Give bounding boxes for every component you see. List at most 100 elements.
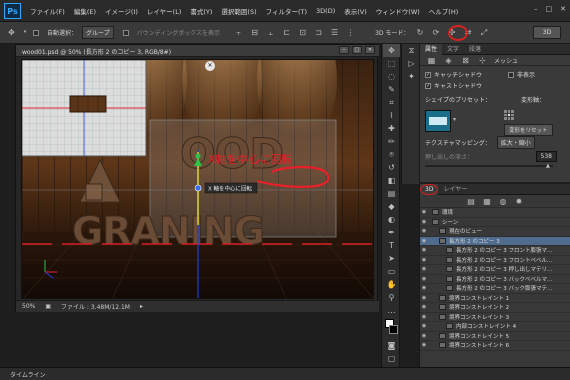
zoom-tool-button[interactable]: ⚲ — [383, 291, 400, 304]
shape-tool-button[interactable]: ▭ — [383, 265, 400, 278]
shape-preset-thumbnail[interactable] — [425, 110, 451, 132]
auto-select-checkbox[interactable] — [33, 29, 39, 36]
history-panel-icon[interactable]: ⧖ — [403, 44, 420, 57]
visibility-eye-icon[interactable]: ◉ — [420, 276, 428, 282]
menu-item-7[interactable]: 3D(D) — [316, 7, 335, 15]
pen-tool-button[interactable]: ✒ — [383, 226, 400, 239]
catch-shadow-checkbox[interactable]: ✓ — [425, 71, 431, 78]
path-select-tool-button[interactable]: ➤ — [383, 252, 400, 265]
actions-panel-icon[interactable]: ▷ — [403, 57, 420, 70]
auto-select-dropdown[interactable]: グループ — [82, 26, 114, 39]
roll-3d-icon[interactable]: ⟳ — [430, 27, 441, 38]
hand-tool-button[interactable]: ✋ — [383, 278, 400, 291]
layer-row[interactable]: ◉ 長方形 2 のコピー 3 押し出しマテリ... — [420, 265, 570, 275]
layer-row[interactable]: ◉ 現在のビュー — [420, 227, 570, 237]
tab-properties[interactable]: 属性 — [420, 43, 443, 55]
distribute-h-icon[interactable]: ⋮ — [345, 27, 356, 38]
deform-mode-icon[interactable]: ◈ — [443, 55, 454, 66]
layer-row[interactable]: ◉ 境界コンストレイント 2 — [420, 303, 570, 313]
align-bottom-icon[interactable]: ⫠ — [265, 27, 276, 38]
layer-row[interactable]: ◉ 長方形 2 のコピー 3 フロントベベル... — [420, 256, 570, 265]
status-arrow-icon[interactable]: ▸ — [140, 303, 143, 310]
layer-row[interactable]: ◉ 境界コンストレイント 6 — [420, 341, 570, 351]
rotate-3d-icon[interactable]: ↻ — [414, 27, 425, 38]
menu-item-8[interactable]: 表示(V) — [344, 6, 367, 16]
status-menu-icon[interactable]: ▣ — [45, 303, 51, 310]
extrude-depth-slider[interactable] — [425, 165, 553, 167]
visibility-eye-icon[interactable]: ◉ — [420, 219, 428, 225]
layer-row[interactable]: ◉ シーン — [420, 218, 570, 227]
extrude-depth-value[interactable]: 538 — [535, 151, 557, 162]
quick-mask-icon[interactable]: ◙ — [383, 339, 400, 352]
layer-row[interactable]: ◉ 境界コンストレイント 5 — [420, 332, 570, 341]
filter-material-icon[interactable]: ◍ — [498, 196, 509, 207]
menu-item-3[interactable]: レイヤー(L) — [147, 6, 182, 16]
quick-select-tool-button[interactable]: ✎ — [383, 83, 400, 96]
distribute-icon[interactable]: ☰ — [329, 27, 340, 38]
doc-minimize-button[interactable]: – — [339, 46, 349, 54]
reset-deform-button[interactable]: 変形をリセット — [504, 124, 553, 136]
heal-tool-button[interactable]: ✚ — [383, 122, 400, 135]
type-tool-button[interactable]: T — [383, 239, 400, 252]
blur-tool-button[interactable]: ◆ — [383, 200, 400, 213]
screen-mode-icon[interactable]: ▢ — [383, 352, 400, 365]
tab-character[interactable]: 文字 — [442, 44, 464, 55]
marquee-tool-button[interactable]: ⬚ — [383, 57, 400, 70]
brush-panel-icon[interactable]: ✦ — [403, 70, 420, 83]
layer-row[interactable]: ◉ 環境 — [420, 208, 570, 218]
eyedropper-tool-button[interactable]: ⌇ — [383, 109, 400, 122]
layer-row[interactable]: ◉ 境界コンストレイント 1 — [420, 294, 570, 303]
doc-close-button[interactable]: ✕ — [365, 46, 375, 54]
invisible-checkbox[interactable] — [508, 71, 515, 78]
menu-item-2[interactable]: イメージ(I) — [105, 6, 138, 16]
menu-item-0[interactable]: ファイル(F) — [30, 6, 65, 16]
visibility-eye-icon[interactable]: ◉ — [420, 323, 428, 329]
visibility-eye-icon[interactable]: ◉ — [420, 295, 428, 301]
maximize-button[interactable]: □ — [546, 5, 553, 13]
layer-row[interactable]: ◉ 長方形 2 のコピー 3 — [420, 236, 570, 246]
3d-workspace-button[interactable]: 3D — [533, 26, 561, 39]
visibility-eye-icon[interactable]: ◉ — [420, 228, 428, 234]
minimize-button[interactable]: – — [534, 5, 538, 13]
slider-thumb-icon[interactable]: ▲ — [546, 163, 550, 169]
deform-axis-grid[interactable] — [504, 110, 514, 120]
visibility-eye-icon[interactable]: ◉ — [420, 285, 428, 291]
align-left-icon[interactable]: ⊏ — [281, 27, 292, 38]
visibility-eye-icon[interactable]: ◉ — [420, 247, 428, 253]
align-top-icon[interactable]: ⫟ — [233, 27, 244, 38]
filter-mesh-icon[interactable]: ▦ — [482, 196, 493, 207]
visibility-eye-icon[interactable]: ◉ — [420, 314, 428, 320]
more-tools-icon[interactable]: … — [383, 304, 400, 317]
layer-row[interactable]: ◉ 長方形 2 のコピー 3 フロント膨張マ... — [420, 246, 570, 256]
timeline-tab[interactable]: タイムライン — [10, 370, 46, 379]
brush-tool-button[interactable]: ✏ — [383, 135, 400, 148]
menu-item-9[interactable]: ウィンドウ(W) — [376, 6, 420, 16]
lasso-tool-button[interactable]: ◌ — [383, 70, 400, 83]
cast-shadow-checkbox[interactable]: ✓ — [425, 82, 431, 89]
dropdown-arrow-icon[interactable]: ▾ — [22, 27, 28, 38]
preset-dropdown-icon[interactable]: ▾ — [453, 116, 456, 123]
visibility-eye-icon[interactable]: ◉ — [420, 266, 428, 272]
visibility-eye-icon[interactable]: ◉ — [420, 238, 428, 244]
visibility-eye-icon[interactable]: ◉ — [420, 304, 428, 310]
eraser-tool-button[interactable]: ◧ — [383, 174, 400, 187]
filter-light-icon[interactable]: ✹ — [514, 196, 525, 207]
layer-row[interactable]: ◉ 内部コンストレイント 4 — [420, 322, 570, 332]
menu-item-10[interactable]: ヘルプ(H) — [429, 6, 458, 16]
bbox-checkbox[interactable] — [122, 29, 129, 36]
cap-mode-icon[interactable]: ⊠ — [460, 55, 471, 66]
crop-tool-button[interactable]: ⌗ — [383, 96, 400, 109]
visibility-eye-icon[interactable]: ◉ — [420, 342, 428, 348]
menu-item-5[interactable]: 選択範囲(S) — [221, 6, 256, 16]
align-center-icon[interactable]: ⊡ — [297, 27, 308, 38]
visibility-eye-icon[interactable]: ◉ — [420, 209, 428, 215]
close-button[interactable]: ✕ — [560, 5, 566, 13]
menu-item-1[interactable]: 編集(E) — [74, 6, 96, 16]
scale-3d-icon[interactable]: ⤢ — [478, 27, 489, 38]
history-brush-tool-button[interactable]: ↺ — [383, 161, 400, 174]
tab-paragraph[interactable]: 段落 — [464, 44, 486, 55]
move-tool-button[interactable]: ✥ — [383, 44, 400, 57]
visibility-eye-icon[interactable]: ◉ — [420, 333, 428, 339]
menu-item-6[interactable]: フィルター(T) — [266, 6, 307, 16]
zoom-level[interactable]: 50% — [22, 303, 35, 310]
